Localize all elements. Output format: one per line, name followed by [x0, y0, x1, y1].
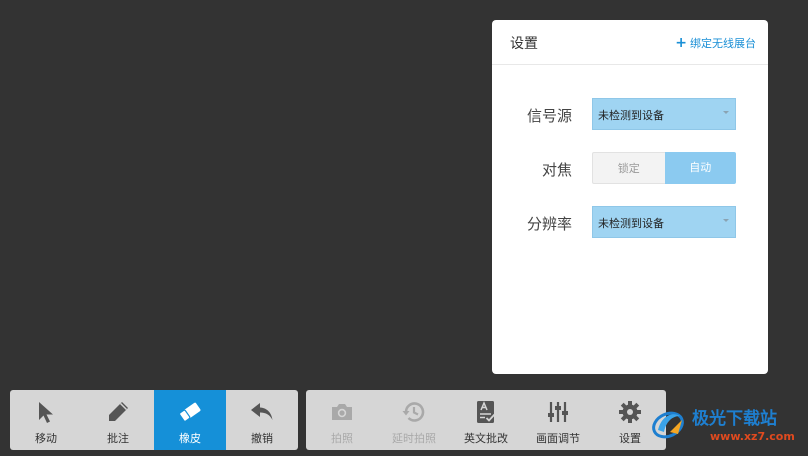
resolution-label: 分辨率: [526, 215, 572, 233]
drawing-toolbar: 移动 批注 橡皮 撤销: [10, 390, 298, 450]
settings-header: 设置 + 绑定无线展台: [492, 20, 768, 65]
cursor-arrow-icon: [39, 402, 53, 423]
settings-title: 设置: [510, 36, 538, 52]
settings-panel: 设置 + 绑定无线展台 信号源 未检测到设备 对焦 锁定 自动 分辨率 未检测到…: [492, 20, 768, 374]
grading-icon: [477, 401, 496, 423]
watermark: 极光下载站 www.xz7.com: [648, 400, 804, 452]
gear-icon: [619, 401, 641, 423]
focus-auto-button[interactable]: 自动: [664, 152, 736, 184]
move-tool-button[interactable]: 移动: [10, 390, 82, 450]
camera-toolbar: 拍照 延时拍照 英文批改 画面调节 设置: [306, 390, 666, 450]
image-adjust-button[interactable]: 画面调节: [522, 390, 594, 450]
bind-wireless-booth-link[interactable]: + 绑定无线展台: [675, 35, 756, 51]
plus-icon: +: [675, 34, 687, 51]
focus-lock-button[interactable]: 锁定: [592, 152, 665, 184]
eraser-tool-label: 橡皮: [179, 432, 201, 445]
chevron-down-icon: [723, 219, 729, 222]
focus-row: 对焦 锁定 自动: [492, 152, 768, 184]
delayed-capture-label: 延时拍照: [392, 432, 436, 445]
bind-wireless-booth-label: 绑定无线展台: [690, 37, 756, 50]
eraser-icon: [178, 402, 201, 422]
sliders-icon: [548, 402, 568, 422]
undo-tool-button[interactable]: 撤销: [226, 390, 298, 450]
pencil-icon: [109, 402, 128, 421]
watermark-url: www.xz7.com: [710, 430, 795, 443]
watermark-logo-icon: [652, 411, 684, 439]
chevron-down-icon: [723, 111, 729, 114]
watermark-title: 极光下载站: [692, 409, 777, 429]
english-grading-label: 英文批改: [464, 432, 508, 445]
focus-label: 对焦: [541, 161, 572, 179]
annotate-tool-button[interactable]: 批注: [82, 390, 154, 450]
capture-button[interactable]: 拍照: [306, 390, 378, 450]
image-adjust-label: 画面调节: [536, 432, 580, 445]
resolution-select[interactable]: 未检测到设备: [592, 206, 736, 238]
annotate-tool-label: 批注: [107, 432, 129, 445]
camera-icon: [332, 404, 352, 420]
signal-source-label: 信号源: [526, 107, 572, 125]
resolution-value: 未检测到设备: [598, 217, 664, 230]
focus-toggle: 锁定 自动: [592, 152, 736, 184]
resolution-row: 分辨率 未检测到设备: [492, 206, 768, 238]
english-grading-button[interactable]: 英文批改: [450, 390, 522, 450]
timer-history-icon: [402, 402, 425, 422]
undo-icon: [251, 403, 273, 420]
signal-source-value: 未检测到设备: [598, 109, 664, 122]
undo-tool-label: 撤销: [251, 432, 273, 445]
delayed-capture-button[interactable]: 延时拍照: [378, 390, 450, 450]
signal-source-select[interactable]: 未检测到设备: [592, 98, 736, 130]
eraser-tool-button[interactable]: 橡皮: [154, 390, 226, 450]
move-tool-label: 移动: [35, 432, 57, 445]
capture-label: 拍照: [331, 432, 353, 445]
settings-label: 设置: [619, 432, 641, 445]
signal-source-row: 信号源 未检测到设备: [492, 98, 768, 130]
